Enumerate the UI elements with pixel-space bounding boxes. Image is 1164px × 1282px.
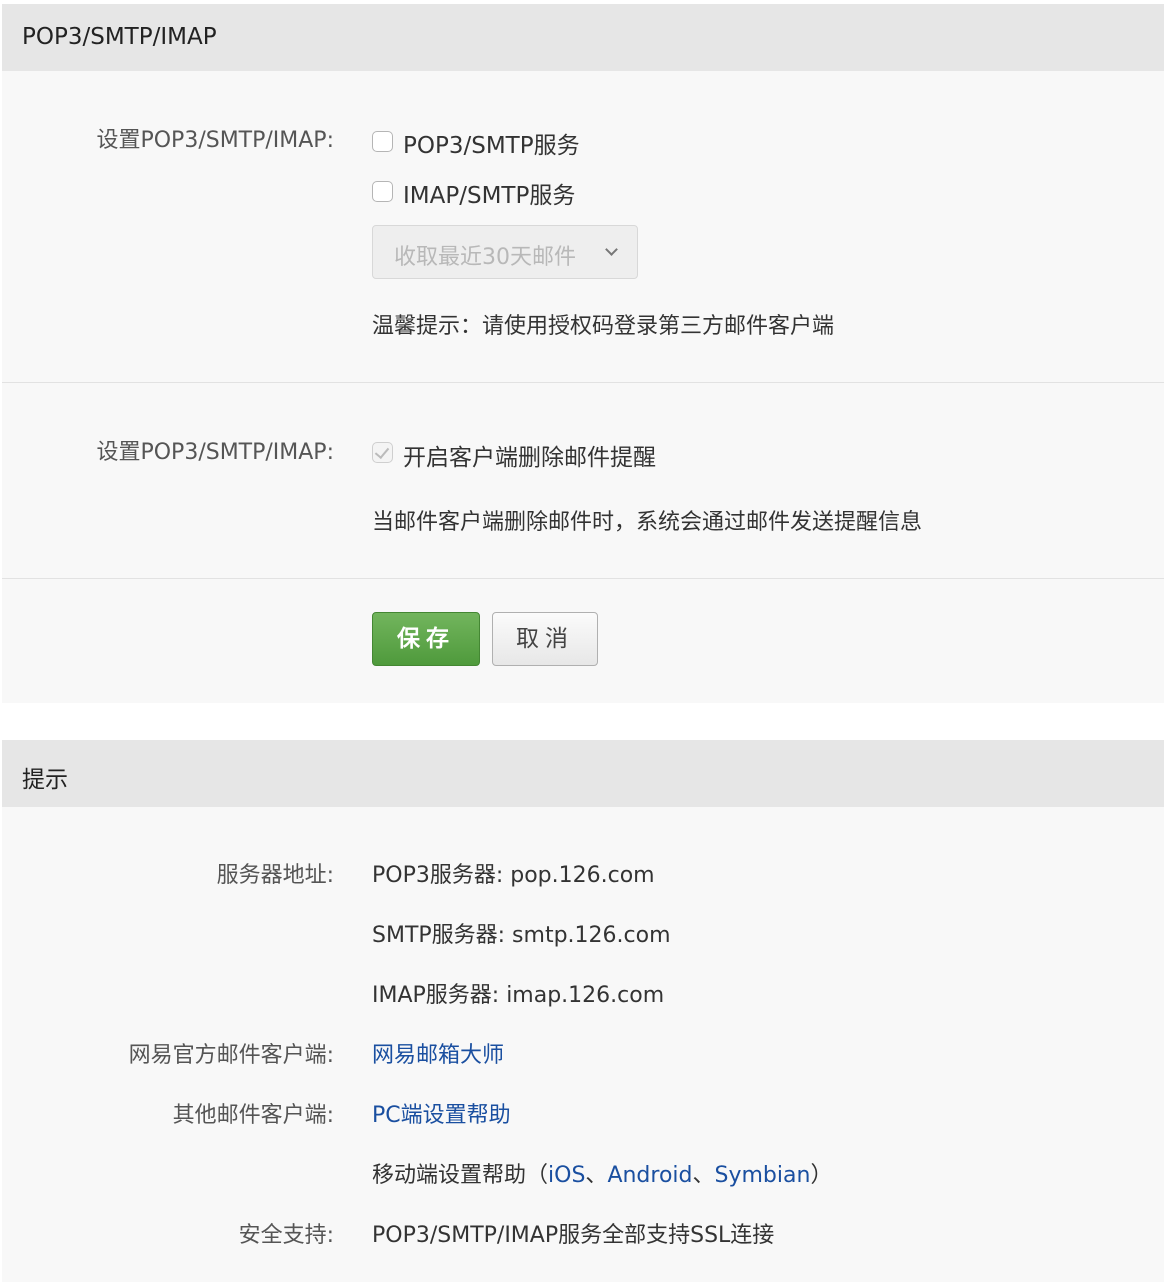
- imap-smtp-checkbox[interactable]: [372, 181, 393, 202]
- imap-server-address: IMAP服务器: imap.126.com: [372, 983, 665, 1008]
- fetch-range-select-value: 收取最近30天邮件: [394, 245, 576, 270]
- pop3-server-address: POP3服务器: pop.126.com: [372, 863, 655, 888]
- official-client-label: 网易官方邮件客户端:: [128, 1043, 334, 1068]
- mobile-help-prefix: 移动端设置帮助（: [372, 1163, 549, 1188]
- security-support-text: POP3/SMTP/IMAP服务全部支持SSL连接: [372, 1223, 775, 1248]
- official-client-link[interactable]: 网易邮箱大师: [372, 1037, 504, 1069]
- pop3-smtp-checkbox[interactable]: [372, 131, 393, 152]
- server-address-label: 服务器地址:: [216, 863, 334, 888]
- tips-panel: 提示 服务器地址: POP3服务器: pop.126.com SMTP服务器: …: [2, 740, 1164, 1282]
- security-support-label: 安全支持:: [238, 1223, 334, 1248]
- separator: 、: [692, 1163, 715, 1188]
- settings-panel: POP3/SMTP/IMAP 设置POP3/SMTP/IMAP: POP3/SM…: [2, 4, 1164, 703]
- cancel-button[interactable]: 取消: [492, 612, 598, 666]
- delete-alert-description: 当邮件客户端删除邮件时，系统会通过邮件发送提醒信息: [372, 510, 923, 535]
- auth-code-tip: 温馨提示：请使用授权码登录第三方邮件客户端: [372, 314, 835, 339]
- imap-smtp-checkbox-label[interactable]: IMAP/SMTP服务: [403, 176, 575, 210]
- checkmark-icon: [374, 443, 390, 460]
- save-button[interactable]: 保存: [372, 612, 480, 666]
- pc-setup-help-link[interactable]: PC端设置帮助: [372, 1097, 511, 1129]
- tips-panel-title: 提示: [22, 767, 68, 793]
- android-help-link[interactable]: Android: [607, 1163, 692, 1188]
- other-client-label: 其他邮件客户端:: [172, 1103, 334, 1128]
- delete-alert-checkbox-label[interactable]: 开启客户端删除邮件提醒: [403, 438, 656, 472]
- settings-panel-header: POP3/SMTP/IMAP: [2, 4, 1164, 71]
- divider: [2, 578, 1164, 579]
- mobile-setup-help: 移动端设置帮助（iOS、Android、Symbian）: [372, 1157, 832, 1189]
- symbian-help-link[interactable]: Symbian: [715, 1163, 811, 1188]
- divider: [2, 382, 1164, 383]
- separator: 、: [585, 1163, 608, 1188]
- delete-alert-checkbox[interactable]: [372, 442, 393, 463]
- settings-panel-title: POP3/SMTP/IMAP: [22, 24, 217, 50]
- delete-alert-setting-label: 设置POP3/SMTP/IMAP:: [96, 440, 334, 465]
- pop3-setting-label: 设置POP3/SMTP/IMAP:: [96, 128, 334, 153]
- tips-panel-header: 提示: [2, 740, 1164, 807]
- ios-help-link[interactable]: iOS: [548, 1163, 585, 1188]
- pop3-smtp-checkbox-label[interactable]: POP3/SMTP服务: [403, 126, 580, 160]
- mobile-help-suffix: ）: [810, 1163, 833, 1188]
- smtp-server-address: SMTP服务器: smtp.126.com: [372, 923, 671, 948]
- fetch-range-select[interactable]: 收取最近30天邮件: [372, 225, 638, 279]
- chevron-down-icon: [605, 243, 618, 256]
